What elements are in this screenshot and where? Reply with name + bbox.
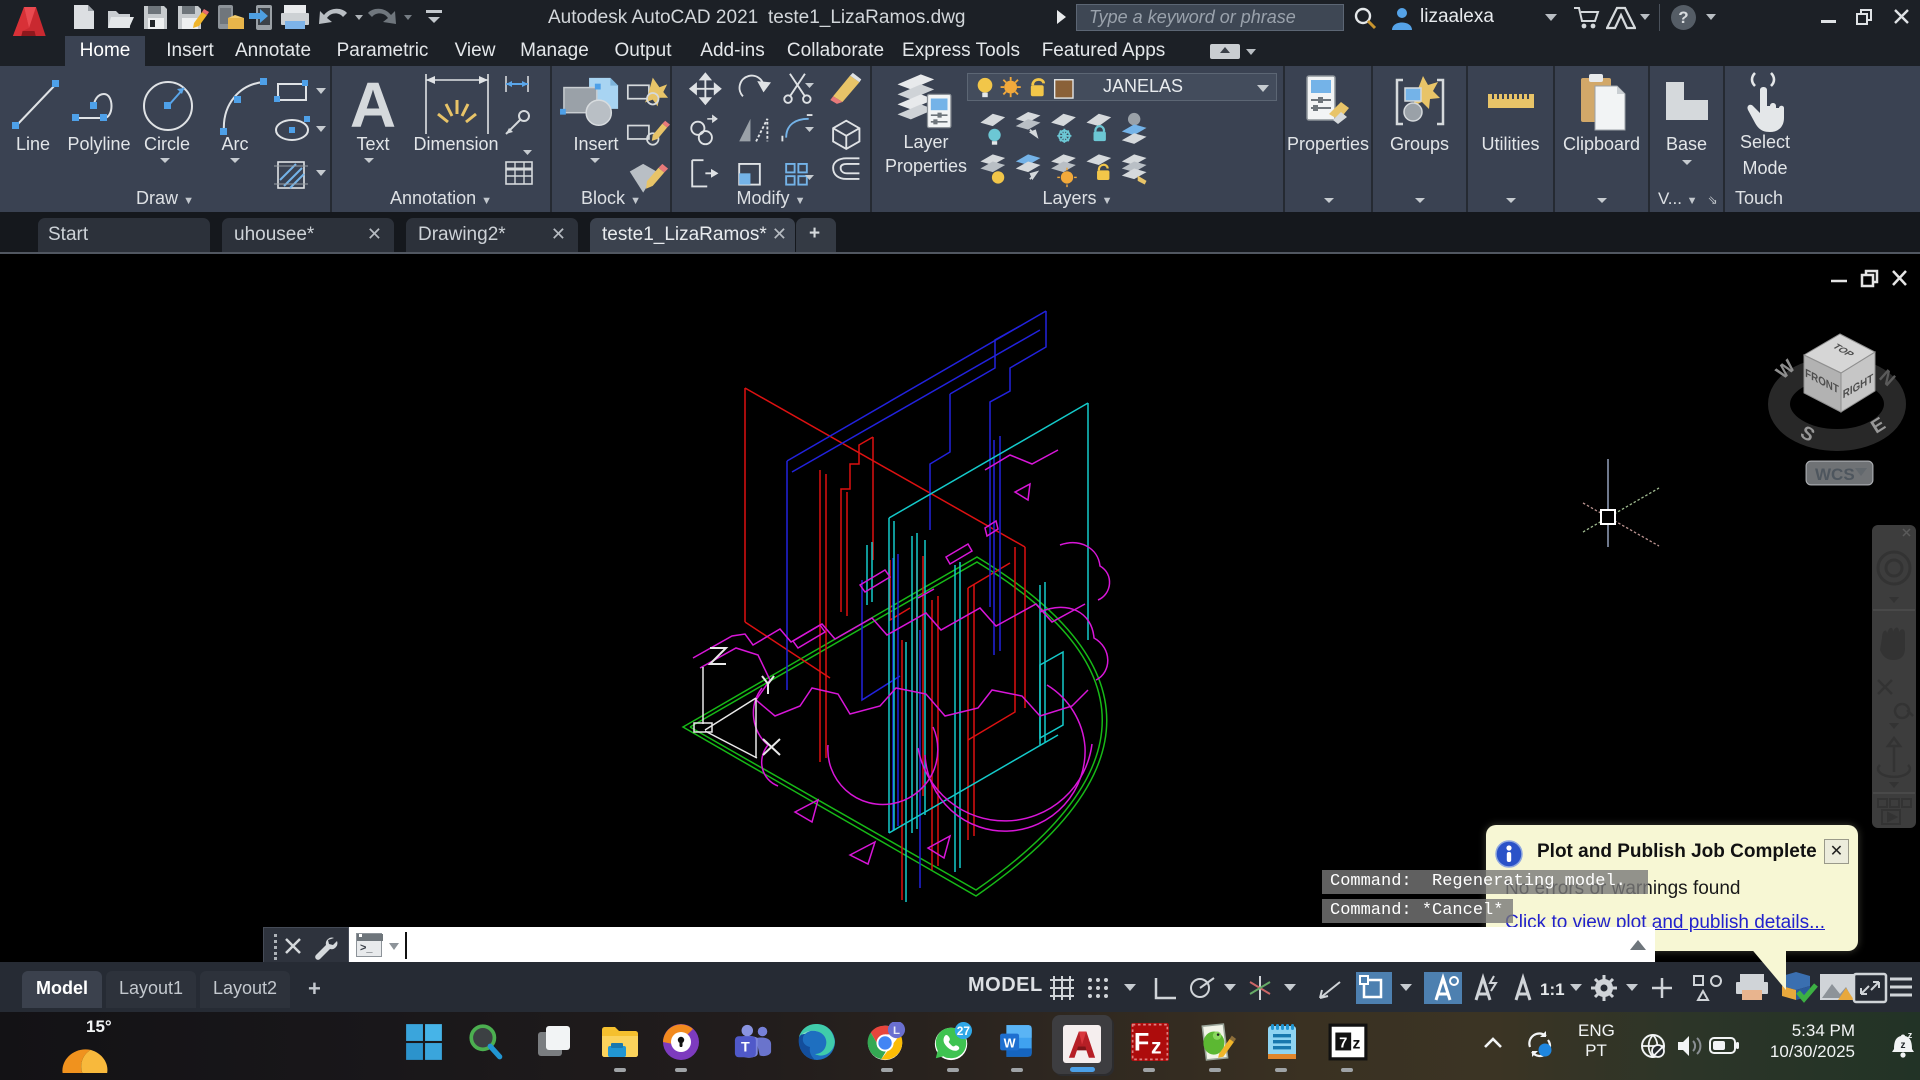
svg-text:WCS: WCS [1815, 465, 1855, 484]
svg-text:W: W [1004, 1036, 1016, 1050]
svg-text:L: L [893, 1025, 900, 1037]
svg-text:z: z [1151, 1036, 1162, 1059]
svg-text:T: T [741, 1040, 750, 1056]
svg-text:z: z [1901, 1040, 1906, 1051]
svg-text:7: 7 [1339, 1035, 1347, 1051]
svg-text:z: z [1352, 1035, 1360, 1052]
svg-text:1:1: 1:1 [1540, 980, 1565, 999]
svg-text:27: 27 [957, 1024, 971, 1038]
svg-text:z: z [1908, 1031, 1913, 1040]
svg-text:F: F [1134, 1028, 1149, 1056]
